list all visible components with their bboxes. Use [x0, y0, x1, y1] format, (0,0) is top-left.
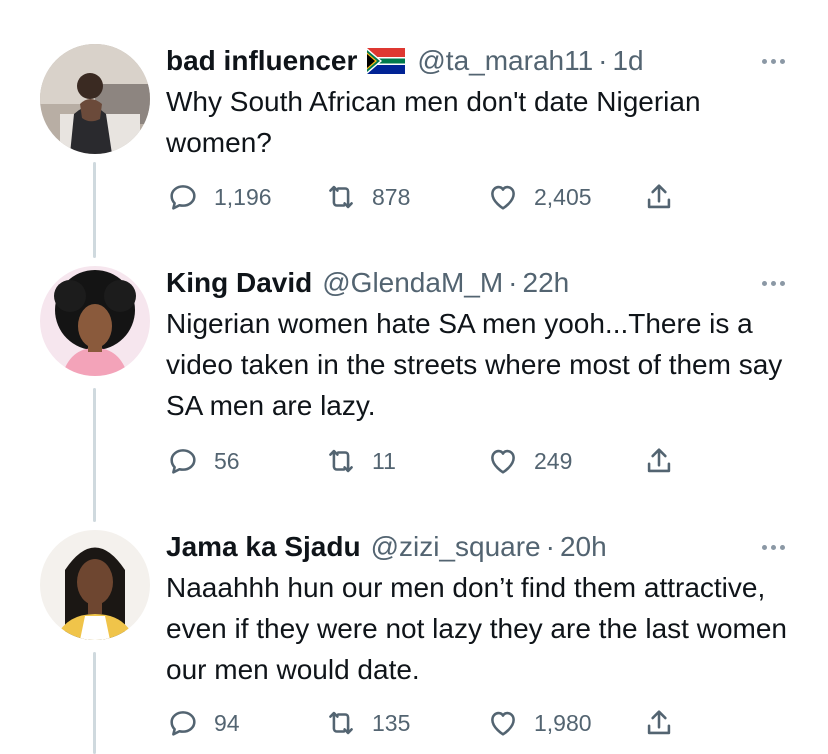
- like-button[interactable]: 249: [486, 444, 572, 478]
- reply-button[interactable]: 94: [166, 706, 240, 740]
- tweet-actions: 56 11 249: [166, 444, 788, 484]
- tweet[interactable]: King David @GlendaM_M · 22h Nigerian wom…: [0, 266, 828, 496]
- display-name[interactable]: Jama ka Sjadu: [166, 531, 361, 563]
- avatar[interactable]: [40, 530, 150, 640]
- avatar[interactable]: [40, 44, 150, 154]
- heart-icon: [491, 449, 515, 474]
- handle[interactable]: @zizi_square: [371, 531, 541, 563]
- reply-count: 1,196: [214, 183, 272, 210]
- like-count: 249: [534, 447, 573, 474]
- tweet-header: bad influencer @ta_marah11 · 1d: [166, 44, 788, 78]
- reply-count: 94: [214, 709, 240, 736]
- share-button[interactable]: [642, 180, 676, 214]
- reply-icon: [170, 185, 196, 210]
- tweet-actions: 1,196 878 2,405: [166, 180, 788, 220]
- like-button[interactable]: 1,980: [486, 706, 592, 740]
- display-name[interactable]: King David: [166, 267, 312, 299]
- retweet-count: 135: [372, 709, 411, 736]
- reply-button[interactable]: 56: [166, 444, 240, 478]
- tweet[interactable]: Jama ka Sjadu @zizi_square · 20h Naaahhh…: [0, 530, 828, 754]
- heart-icon: [491, 711, 515, 736]
- share-icon: [647, 710, 671, 735]
- separator: ·: [508, 267, 518, 298]
- like-count: 2,405: [534, 183, 592, 210]
- retweet-icon: [329, 185, 353, 209]
- more-icon[interactable]: [758, 532, 788, 562]
- reply-icon: [170, 711, 196, 736]
- share-icon: [647, 184, 671, 209]
- share-button[interactable]: [642, 706, 676, 740]
- timestamp[interactable]: 22h: [523, 267, 570, 299]
- tweet-text: Why South African men don't date Nigeria…: [166, 86, 701, 158]
- tweet-header: King David @GlendaM_M · 22h: [166, 266, 788, 300]
- reply-icon: [170, 449, 196, 474]
- retweet-button[interactable]: 11: [324, 444, 396, 478]
- retweet-icon: [329, 449, 353, 473]
- retweet-button[interactable]: 135: [324, 706, 410, 740]
- retweet-count: 878: [372, 183, 411, 210]
- handle[interactable]: @ta_marah11: [417, 45, 593, 77]
- handle[interactable]: @GlendaM_M: [322, 267, 503, 299]
- timestamp[interactable]: 20h: [560, 531, 607, 563]
- retweet-count: 11: [372, 447, 396, 474]
- share-icon: [647, 448, 671, 473]
- like-count: 1,980: [534, 709, 592, 736]
- heart-icon: [491, 185, 515, 210]
- reply-button[interactable]: 1,196: [166, 180, 272, 214]
- like-button[interactable]: 2,405: [486, 180, 592, 214]
- south-africa-flag-icon: [367, 48, 406, 74]
- share-button[interactable]: [642, 444, 676, 478]
- retweet-button[interactable]: 878: [324, 180, 410, 214]
- tweet-header: Jama ka Sjadu @zizi_square · 20h: [166, 530, 788, 564]
- tweet-actions: 94 135 1,980: [166, 706, 788, 746]
- tweet[interactable]: bad influencer @ta_marah11 · 1d Why Sout…: [0, 44, 828, 244]
- avatar[interactable]: [40, 266, 150, 376]
- more-icon[interactable]: [758, 268, 788, 298]
- more-icon[interactable]: [758, 46, 788, 76]
- display-name[interactable]: bad influencer: [166, 45, 357, 77]
- separator: ·: [598, 45, 608, 76]
- tweet-text: Nigerian women hate SA men yooh...There …: [166, 308, 783, 421]
- retweet-icon: [329, 711, 353, 735]
- separator: ·: [545, 531, 555, 562]
- tweet-text: Naaahhh hun our men don’t find them attr…: [166, 572, 787, 685]
- reply-count: 56: [214, 447, 240, 474]
- timestamp[interactable]: 1d: [612, 45, 643, 77]
